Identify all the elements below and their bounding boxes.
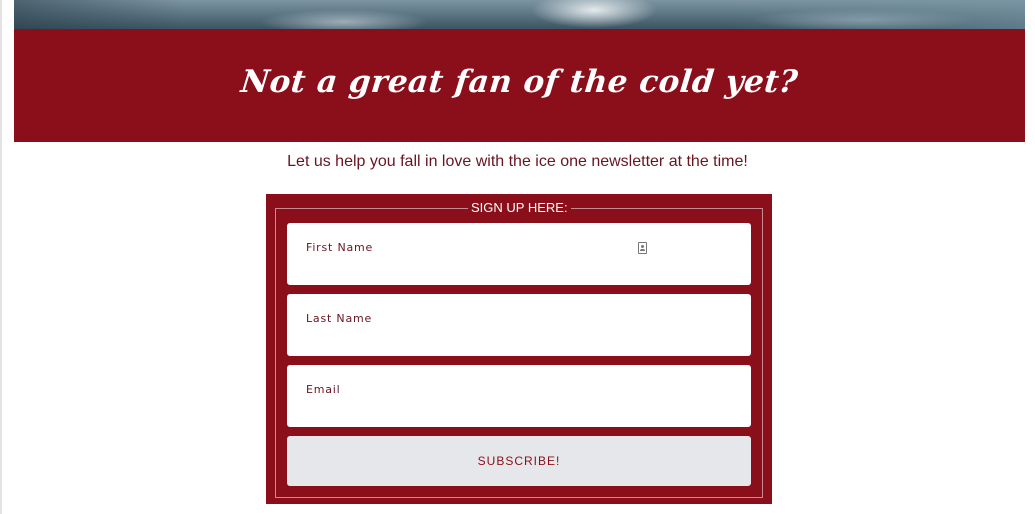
page-edge-divider [0, 0, 2, 514]
newsletter-banner: Not a great fan of the cold yet? [14, 29, 1025, 142]
banner-title: Not a great fan of the cold yet? [239, 63, 800, 100]
last-name-input[interactable] [287, 294, 751, 356]
hero-image-shade-right [725, 0, 1025, 29]
last-name-field[interactable]: Last Name [287, 294, 751, 356]
email-input[interactable] [287, 365, 751, 427]
first-name-input[interactable] [287, 223, 751, 285]
hero-image [14, 0, 1025, 29]
hero-image-shade-left [14, 0, 184, 29]
email-field[interactable]: Email [287, 365, 751, 427]
signup-legend: SIGN UP HERE: [471, 200, 568, 215]
newsletter-tagline: Let us help you fall in love with the ic… [287, 153, 748, 170]
first-name-field[interactable]: First Name [287, 223, 751, 285]
subscribe-button[interactable]: SUBSCRIBE! [287, 436, 751, 486]
contact-card-icon[interactable] [638, 242, 647, 254]
page: Not a great fan of the cold yet? Let us … [0, 0, 1035, 514]
